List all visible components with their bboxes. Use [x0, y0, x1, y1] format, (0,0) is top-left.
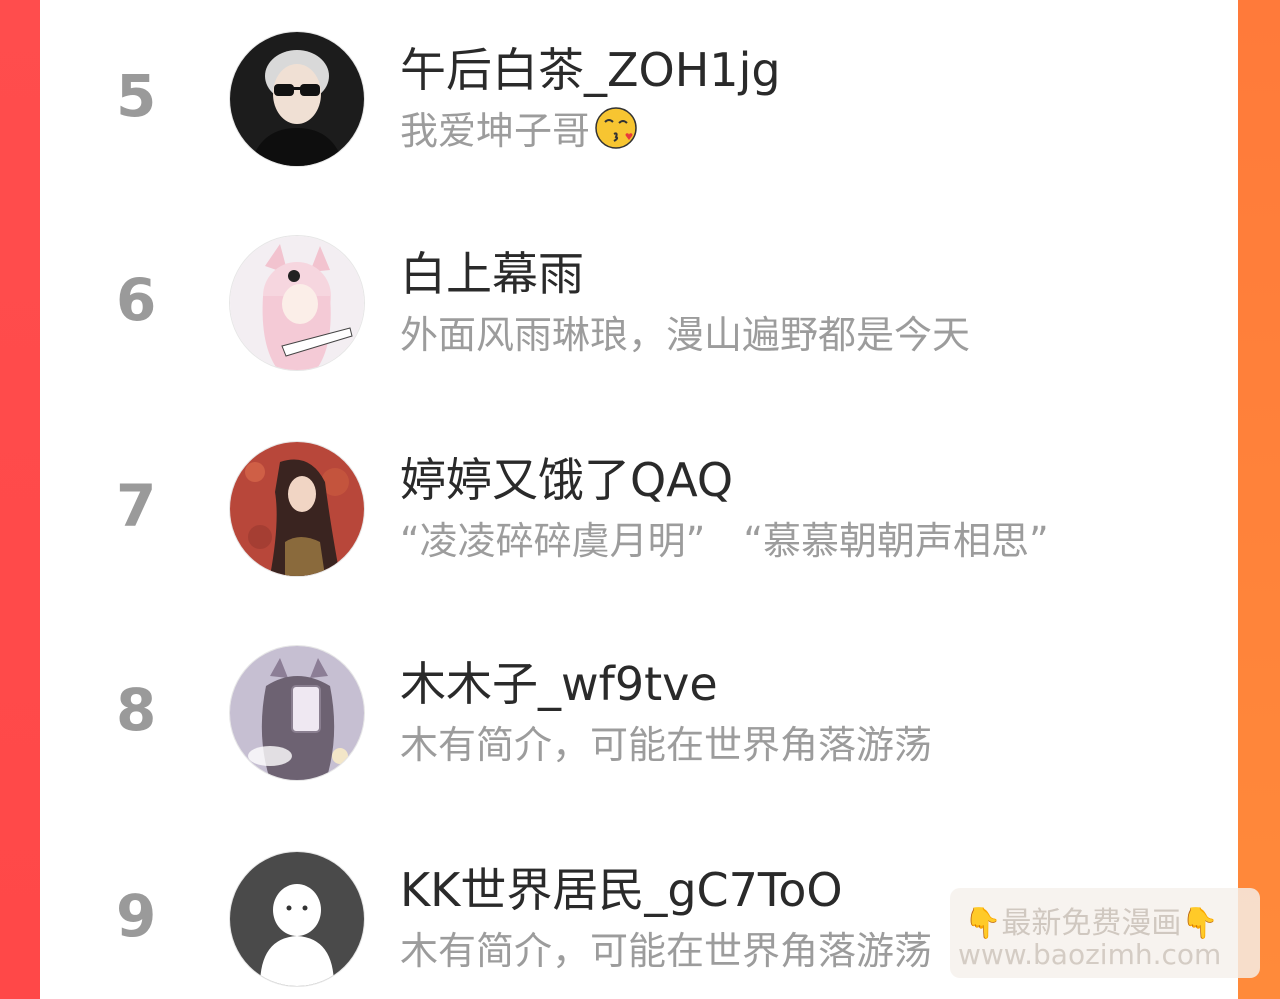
- ranking-row-6[interactable]: 6 白上幕雨 外面风雨琳琅，漫山遍野都是今天: [40, 236, 1238, 396]
- pointing-down-icon: 👇: [964, 906, 1002, 941]
- rank-number: 7: [116, 472, 157, 540]
- anime-fox-girl-avatar[interactable]: [230, 236, 364, 370]
- rank-number: 9: [116, 882, 157, 950]
- watermark-badge: 👇最新免费漫画👇 www.baozimh.com: [950, 888, 1260, 978]
- kissing-face-icon: [594, 106, 638, 150]
- man-sunglasses-avatar[interactable]: [230, 32, 364, 166]
- ranking-panel: 5 午后白茶_ZOH1jg 我爱坤子哥 6 白上幕雨 外面风雨琳琅，漫山遍野都是…: [40, 0, 1238, 999]
- watermark-title-text: 最新免费漫画: [1001, 906, 1182, 941]
- user-name[interactable]: 婷婷又饿了QAQ: [400, 444, 733, 510]
- left-border: [0, 0, 40, 999]
- user-name[interactable]: 午后白茶_ZOH1jg: [400, 34, 781, 100]
- user-name[interactable]: KK世界居民_gC7ToO: [400, 854, 843, 920]
- right-border: [1238, 0, 1280, 999]
- cat-ear-girl-phone-avatar[interactable]: [230, 646, 364, 780]
- default-ghost-avatar[interactable]: [230, 852, 364, 986]
- user-bio: 木有简介，可能在世界角落游荡: [400, 723, 933, 767]
- ranking-row-7[interactable]: 7 婷婷又饿了QAQ “凌凌碎碎虞月明” “慕慕朝朝声相思”: [40, 442, 1238, 602]
- pointing-down-icon: 👇: [1181, 906, 1219, 941]
- rank-number: 6: [116, 266, 157, 334]
- user-name[interactable]: 木木子_wf9tve: [400, 648, 718, 714]
- watermark-title: 👇最新免费漫画👇: [964, 898, 1219, 942]
- user-bio: 我爱坤子哥: [400, 100, 638, 155]
- ranking-row-8[interactable]: 8 木木子_wf9tve 木有简介，可能在世界角落游荡: [40, 646, 1238, 806]
- user-bio: 外面风雨琳琅，漫山遍野都是今天: [400, 313, 971, 357]
- ranking-row-5[interactable]: 5 午后白茶_ZOH1jg 我爱坤子哥: [40, 32, 1238, 192]
- user-name[interactable]: 白上幕雨: [400, 238, 584, 304]
- bio-text: 我爱坤子哥: [400, 109, 591, 153]
- anime-girl-red-background-avatar[interactable]: [230, 442, 364, 576]
- user-bio: 木有简介，可能在世界角落游荡: [400, 929, 933, 973]
- watermark-url: www.baozimh.com: [958, 938, 1222, 971]
- rank-number: 8: [116, 676, 157, 744]
- rank-number: 5: [116, 62, 157, 130]
- user-bio: “凌凌碎碎虞月明” “慕慕朝朝声相思”: [400, 519, 1049, 563]
